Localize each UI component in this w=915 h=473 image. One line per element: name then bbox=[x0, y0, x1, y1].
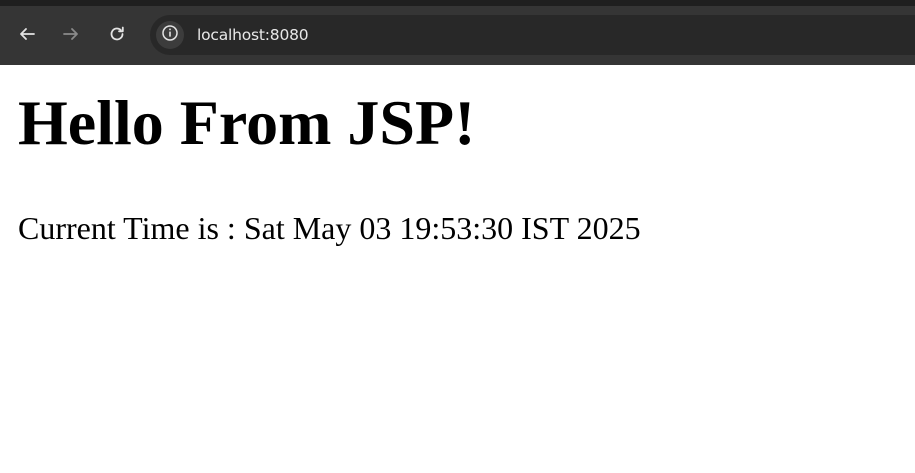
page-content: Hello From JSP! Current Time is : Sat Ma… bbox=[0, 65, 915, 473]
time-label: Current Time is : bbox=[18, 210, 244, 246]
reload-button[interactable] bbox=[102, 19, 132, 49]
arrow-right-icon bbox=[62, 25, 80, 43]
back-button[interactable] bbox=[12, 19, 42, 49]
time-value: Sat May 03 19:53:30 IST 2025 bbox=[243, 210, 641, 246]
url-text[interactable]: localhost:8080 bbox=[197, 25, 309, 45]
site-info-button[interactable] bbox=[156, 21, 184, 49]
current-time-line: Current Time is : Sat May 03 19:53:30 IS… bbox=[18, 208, 641, 248]
tab-strip bbox=[0, 0, 915, 6]
browser-toolbar: localhost:8080 bbox=[0, 0, 915, 65]
page-heading: Hello From JSP! bbox=[18, 87, 476, 158]
arrow-left-icon bbox=[18, 25, 36, 43]
reload-icon bbox=[108, 25, 126, 43]
forward-button[interactable] bbox=[56, 19, 86, 49]
address-bar[interactable]: localhost:8080 bbox=[150, 15, 915, 55]
info-circle-icon bbox=[161, 24, 179, 47]
